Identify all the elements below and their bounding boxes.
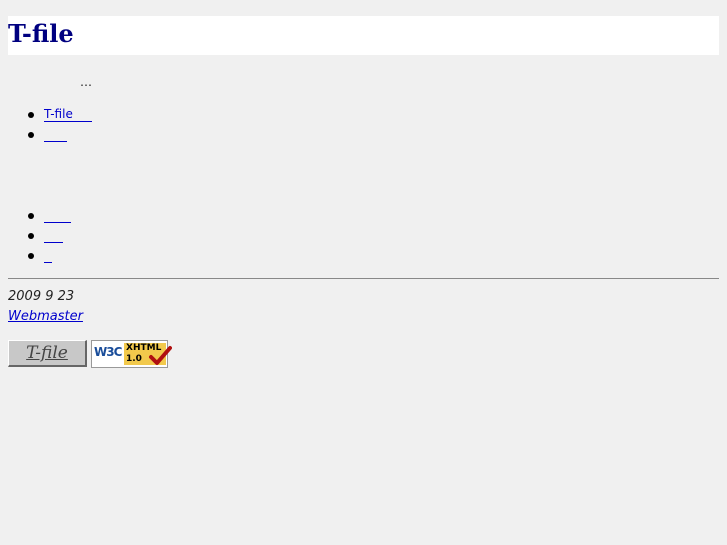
tfile-badge-button[interactable]: T-file [8,340,87,367]
nav-list-top: T-file [0,104,92,144]
tfile-badge-label: T-file [26,343,68,363]
header-bar: T-file [8,16,719,55]
w3c-logo-text: W3C [94,345,122,359]
bullet-icon [28,253,34,259]
w3c-xhtml-badge-button[interactable]: W3C XHTML 1.0 [91,340,172,368]
page: T-file … T-file 2009 9 23 Webmaster T-fi… [0,0,727,545]
nav-link-tfile[interactable]: T-file [44,107,92,122]
nav-link-3[interactable] [44,208,71,223]
nav-link-4[interactable] [44,228,64,243]
list-item [0,205,71,225]
list-item: T-file [0,104,92,124]
nav-list-bottom [0,205,71,265]
nav-link-5[interactable] [44,248,52,263]
bullet-icon [28,132,34,138]
webmaster-link[interactable]: Webmaster [8,309,83,324]
bullet-icon [28,233,34,239]
update-date: 2009 9 23 [8,289,75,304]
site-title: T-file [8,19,74,48]
bullet-icon [28,213,34,219]
xhtml-version: 1.0 [126,354,142,364]
intro-ellipsis: … [80,75,92,89]
checkmark-icon [149,346,172,365]
divider [8,278,719,279]
bullet-icon [28,112,34,118]
list-item [0,225,71,245]
nav-link-2[interactable] [44,127,67,142]
list-item [0,245,71,265]
list-item [0,124,92,144]
